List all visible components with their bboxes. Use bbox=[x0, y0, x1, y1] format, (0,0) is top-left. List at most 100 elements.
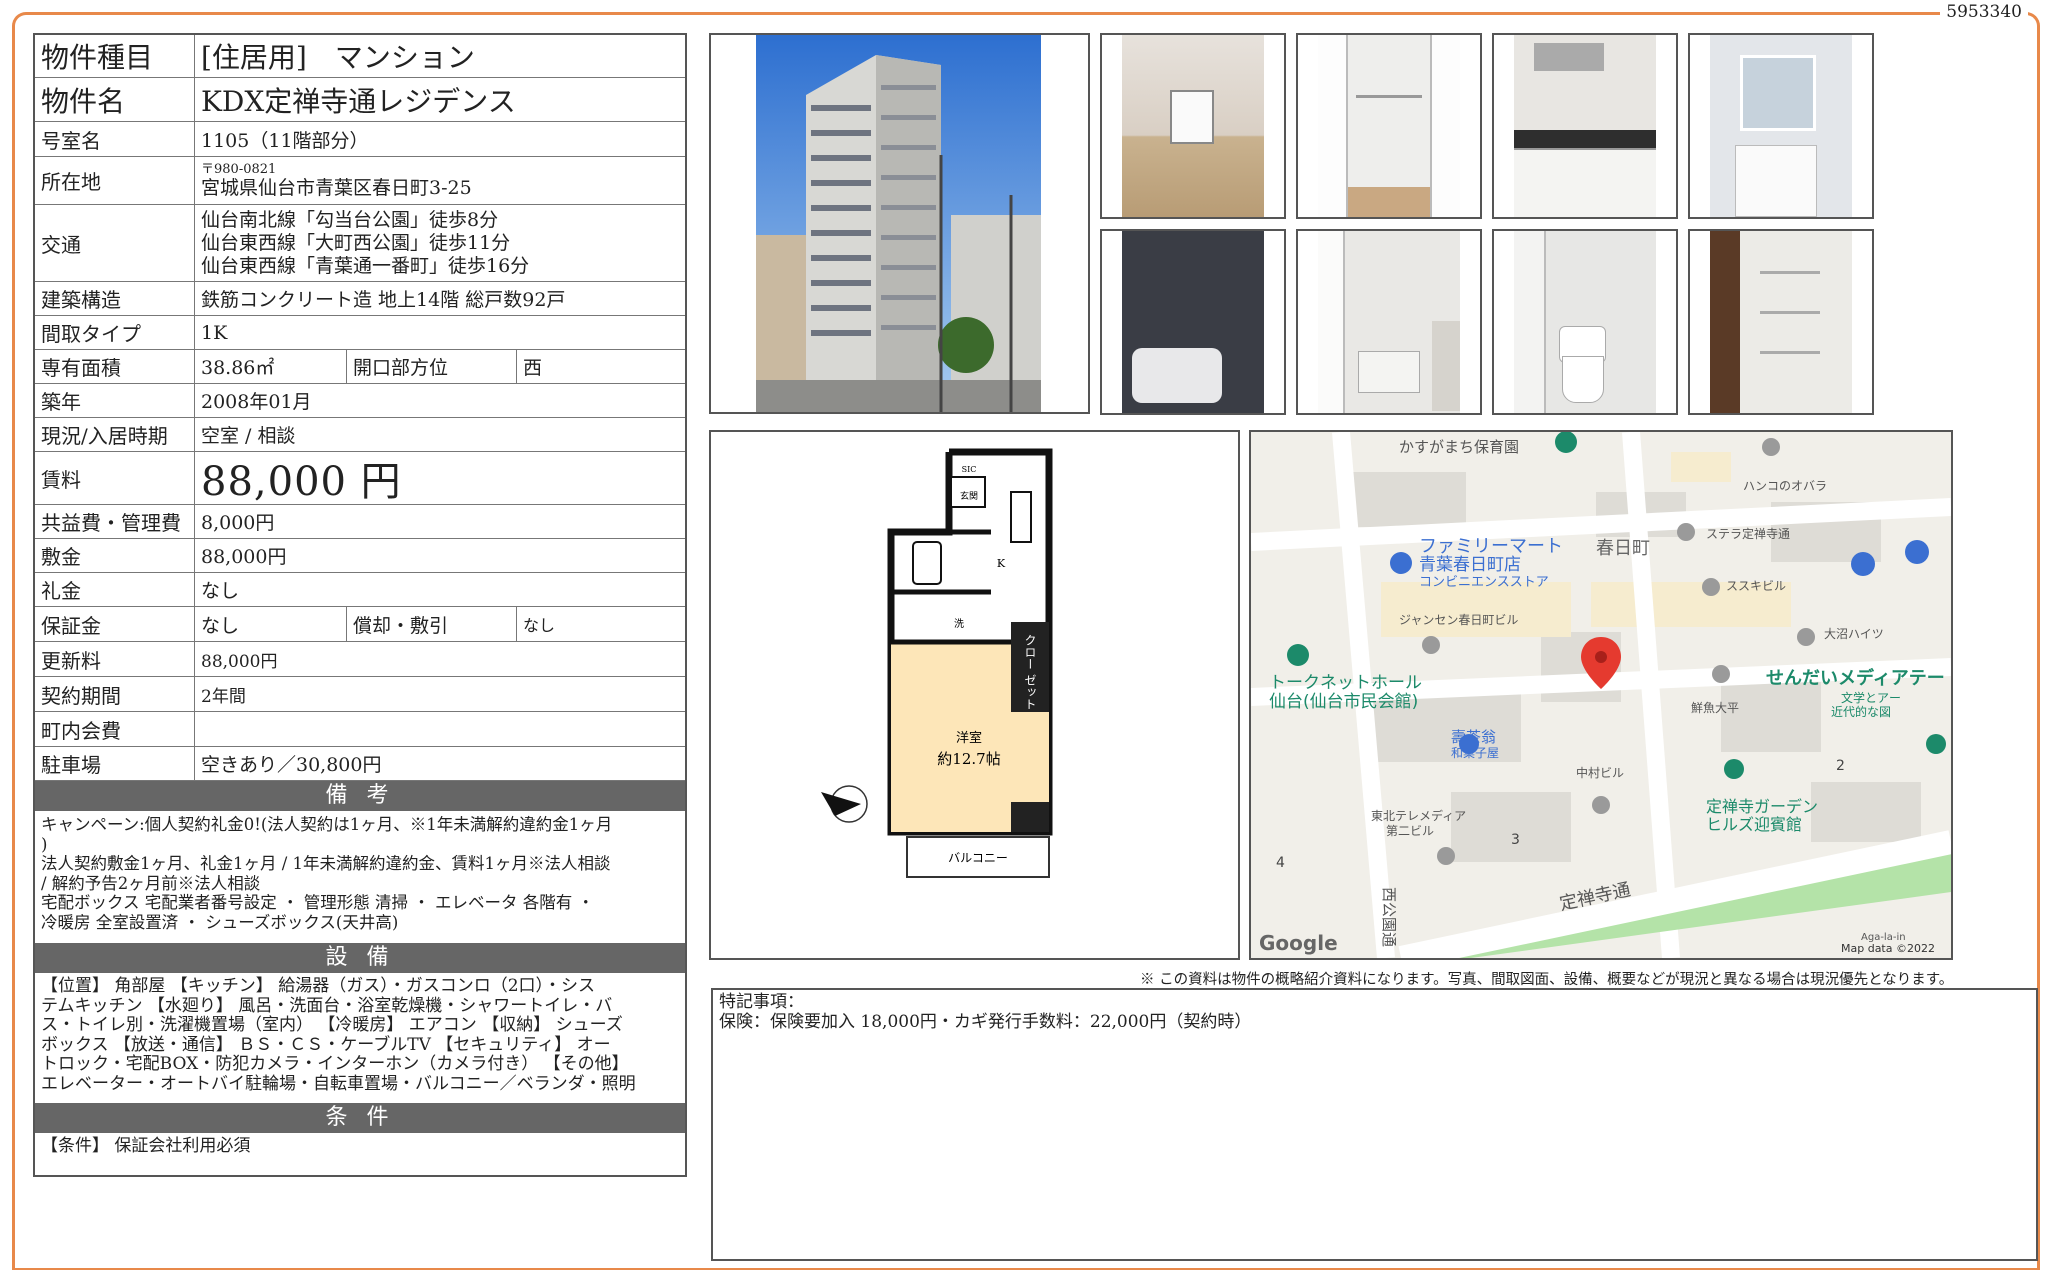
parking-icon bbox=[1905, 540, 1929, 564]
storage-photo bbox=[1688, 229, 1874, 415]
conditions-text: 【条件】 保証会社利用必須 bbox=[41, 1136, 251, 1156]
remarks-line: ) bbox=[41, 834, 48, 854]
map-label-kasugamachi: 春日町 bbox=[1596, 538, 1650, 559]
property-info-table: 物件種目 [住居用] マンション 物件名 KDX定禅寺通レジデンス 号室名 11… bbox=[33, 33, 687, 1177]
remarks-line: / 解約予告2ヶ月前※法人相談 bbox=[41, 873, 261, 893]
row-room: 号室名 1105（11階部分） bbox=[35, 122, 685, 157]
sic-label: SIC bbox=[962, 465, 977, 474]
laundry-area-photo bbox=[1296, 229, 1482, 415]
transit-list: 仙台南北線「勾当台公園」徒歩8分 仙台東西線「大町西公園」徒歩11分 仙台東西線… bbox=[195, 205, 685, 281]
row-fee: 共益費・管理費 8,000円 bbox=[35, 505, 685, 539]
town-value bbox=[195, 712, 685, 746]
transit-line: 仙台東西線「青葉通一番町」徒歩16分 bbox=[201, 254, 530, 277]
contract-value: 2年間 bbox=[201, 686, 246, 707]
map-label-jansen: ジャンセン春日町ビル bbox=[1399, 613, 1518, 627]
amort-label: 償却・敷引 bbox=[347, 607, 517, 641]
facilities-line: ボックス 【放送・通信】 ＢＳ・ＣＳ・ケーブルTV 【セキュリティ】 オー bbox=[41, 1034, 611, 1055]
laundry-area-photo-image bbox=[1318, 231, 1460, 413]
deposit-label: 敷金 bbox=[35, 539, 195, 572]
google-logo: Google bbox=[1259, 931, 1338, 955]
map-panel[interactable]: かすがまち保育園 ハンコのオバラ ファミリーマート 青葉春日町店 コンビニエンス… bbox=[1249, 430, 1953, 960]
map-label-sengyo: 鮮魚大平 bbox=[1691, 701, 1739, 715]
map-pin-icon bbox=[1702, 578, 1720, 596]
map-label-toknet: トークネットホール bbox=[1269, 673, 1422, 693]
bathroom-photo-image bbox=[1122, 231, 1264, 413]
layout-value: 1K bbox=[201, 321, 228, 344]
map-label-mediatheque-desc2: 近代的な図 bbox=[1831, 704, 1891, 719]
row-rent: 賃料 88,000 円 bbox=[35, 452, 685, 505]
guarantee-value: なし bbox=[195, 607, 347, 641]
facilities-line: ス・トイレ別・洗濯機置場（室内） 【冷暖房】 エアコン 【収納】 シューズ bbox=[41, 1015, 623, 1035]
status-value: 空室 / 相談 bbox=[201, 425, 296, 447]
floor-plan-drawing: クロー ゼット 洋室 約12.7帖 玄関 K 洗 SIC バルコニー bbox=[821, 448, 1053, 878]
room-size-label: 約12.7帖 bbox=[937, 750, 1000, 768]
building-exterior-photo bbox=[709, 33, 1090, 414]
rent-value: 88,000 円 bbox=[201, 459, 402, 505]
type-value: [住居用] マンション bbox=[201, 41, 475, 74]
remarks-line: 宅配ボックス 宅配業者番号設定 ・ 管理形態 清掃 ・ エレベータ 各階有 ・ bbox=[41, 893, 594, 912]
room-label: 号室名 bbox=[35, 122, 195, 156]
closet-photo-image bbox=[1318, 35, 1460, 217]
map-label-tohoku-tele: 東北テレメディア bbox=[1371, 808, 1466, 823]
map-pin-icon bbox=[1422, 636, 1440, 654]
map-label-shiminkaikan: 仙台(仙台市民会館) bbox=[1269, 692, 1418, 712]
remarks-line: 冷暖房 全室設置済 ・ シューズボックス(天井高) bbox=[41, 912, 399, 932]
town-label: 町内会費 bbox=[35, 712, 195, 746]
disclaimer-note: ※ この資料は物件の概略紹介資料になります。写真、間取図面、設備、概要などが現況… bbox=[1140, 972, 1954, 988]
shop-icon bbox=[1459, 734, 1479, 754]
map-label-familymart: ファミリーマート bbox=[1419, 536, 1563, 557]
remarks-heading: 備 考 bbox=[35, 781, 685, 811]
closet-photo bbox=[1296, 33, 1482, 219]
renewal-label: 更新料 bbox=[35, 642, 195, 676]
school-icon bbox=[1555, 432, 1577, 453]
closet-label: クロー ゼット bbox=[1023, 634, 1037, 710]
special-notes-title: 特記事項： bbox=[719, 992, 804, 1012]
map-label-familymart-branch: 青葉春日町店 bbox=[1419, 555, 1521, 575]
floor-plan-panel: クロー ゼット 洋室 約12.7帖 玄関 K 洗 SIC バルコニー bbox=[709, 430, 1240, 960]
guarantee-cells: なし 償却・敷引 なし bbox=[195, 607, 685, 641]
row-status: 現況/入居時期 空室 / 相談 bbox=[35, 418, 685, 452]
address-label: 所在地 bbox=[35, 157, 195, 204]
row-contract: 契約期間 2年間 bbox=[35, 677, 685, 712]
fee-value: 8,000円 bbox=[201, 512, 275, 534]
map-block-3: 3 bbox=[1511, 832, 1520, 848]
keymoney-label: 礼金 bbox=[35, 573, 195, 606]
building-exterior-image bbox=[711, 35, 1088, 412]
status-label: 現況/入居時期 bbox=[35, 418, 195, 451]
parking-label: 駐車場 bbox=[35, 747, 195, 780]
room-photo bbox=[1100, 33, 1286, 219]
name-label: 物件名 bbox=[35, 78, 195, 121]
bathroom-photo bbox=[1100, 229, 1286, 415]
shop-icon bbox=[1390, 552, 1412, 574]
map-label-convenience: コンビニエンスストア bbox=[1419, 575, 1549, 590]
layout-label: 間取タイプ bbox=[35, 316, 195, 349]
map-label-garden-hills: 定禅寺ガーデン bbox=[1706, 797, 1818, 816]
address-text: 宮城県仙台市青葉区春日町3-25 bbox=[201, 176, 472, 199]
amort-value: なし bbox=[523, 616, 556, 635]
parking-icon bbox=[1851, 552, 1875, 576]
map-pin-icon bbox=[1762, 438, 1780, 456]
area-cells: 38.86㎡ 開口部方位 西 bbox=[195, 350, 685, 383]
map-label-nishikoen-dori: 西公園通 bbox=[1380, 887, 1398, 947]
room-photo-image bbox=[1122, 35, 1264, 217]
direction-label: 開口部方位 bbox=[347, 350, 517, 383]
facilities-text: 【位置】 角部屋 【キッチン】 給湯器（ガス）・ガスコンロ（2口）・シス テムキ… bbox=[35, 973, 685, 1103]
built-value: 2008年01月 bbox=[201, 391, 312, 413]
keymoney-value: なし bbox=[201, 580, 240, 602]
row-name: 物件名 KDX定禅寺通レジデンス bbox=[35, 78, 685, 122]
row-guarantee: 保証金 なし 償却・敷引 なし bbox=[35, 607, 685, 642]
facilities-line: テムキッチン 【水廻り】 風呂・洗面台・浴室乾燥機・シャワートイレ・バ bbox=[41, 995, 613, 1016]
map-label-mediatheque: せんだいメディアテー bbox=[1766, 667, 1945, 689]
map-canvas: かすがまち保育園 ハンコのオバラ ファミリーマート 青葉春日町店 コンビニエンス… bbox=[1251, 432, 1951, 958]
transit-line: 仙台東西線「大町西公園」徒歩11分 bbox=[201, 231, 511, 254]
storage-photo-image bbox=[1710, 231, 1852, 413]
row-built: 築年 2008年01月 bbox=[35, 384, 685, 418]
music-venue-icon bbox=[1287, 644, 1309, 666]
room-value: 1105（11階部分） bbox=[201, 129, 369, 152]
map-block-4: 4 bbox=[1276, 855, 1285, 871]
conditions-heading: 条 件 bbox=[35, 1103, 685, 1133]
rent-label: 賃料 bbox=[35, 452, 195, 504]
kitchen-label: K bbox=[997, 557, 1006, 570]
document-id: 5953340 bbox=[1940, 2, 2028, 22]
structure-value: 鉄筋コンクリート造 地上14階 総戸数92戸 bbox=[201, 289, 566, 311]
